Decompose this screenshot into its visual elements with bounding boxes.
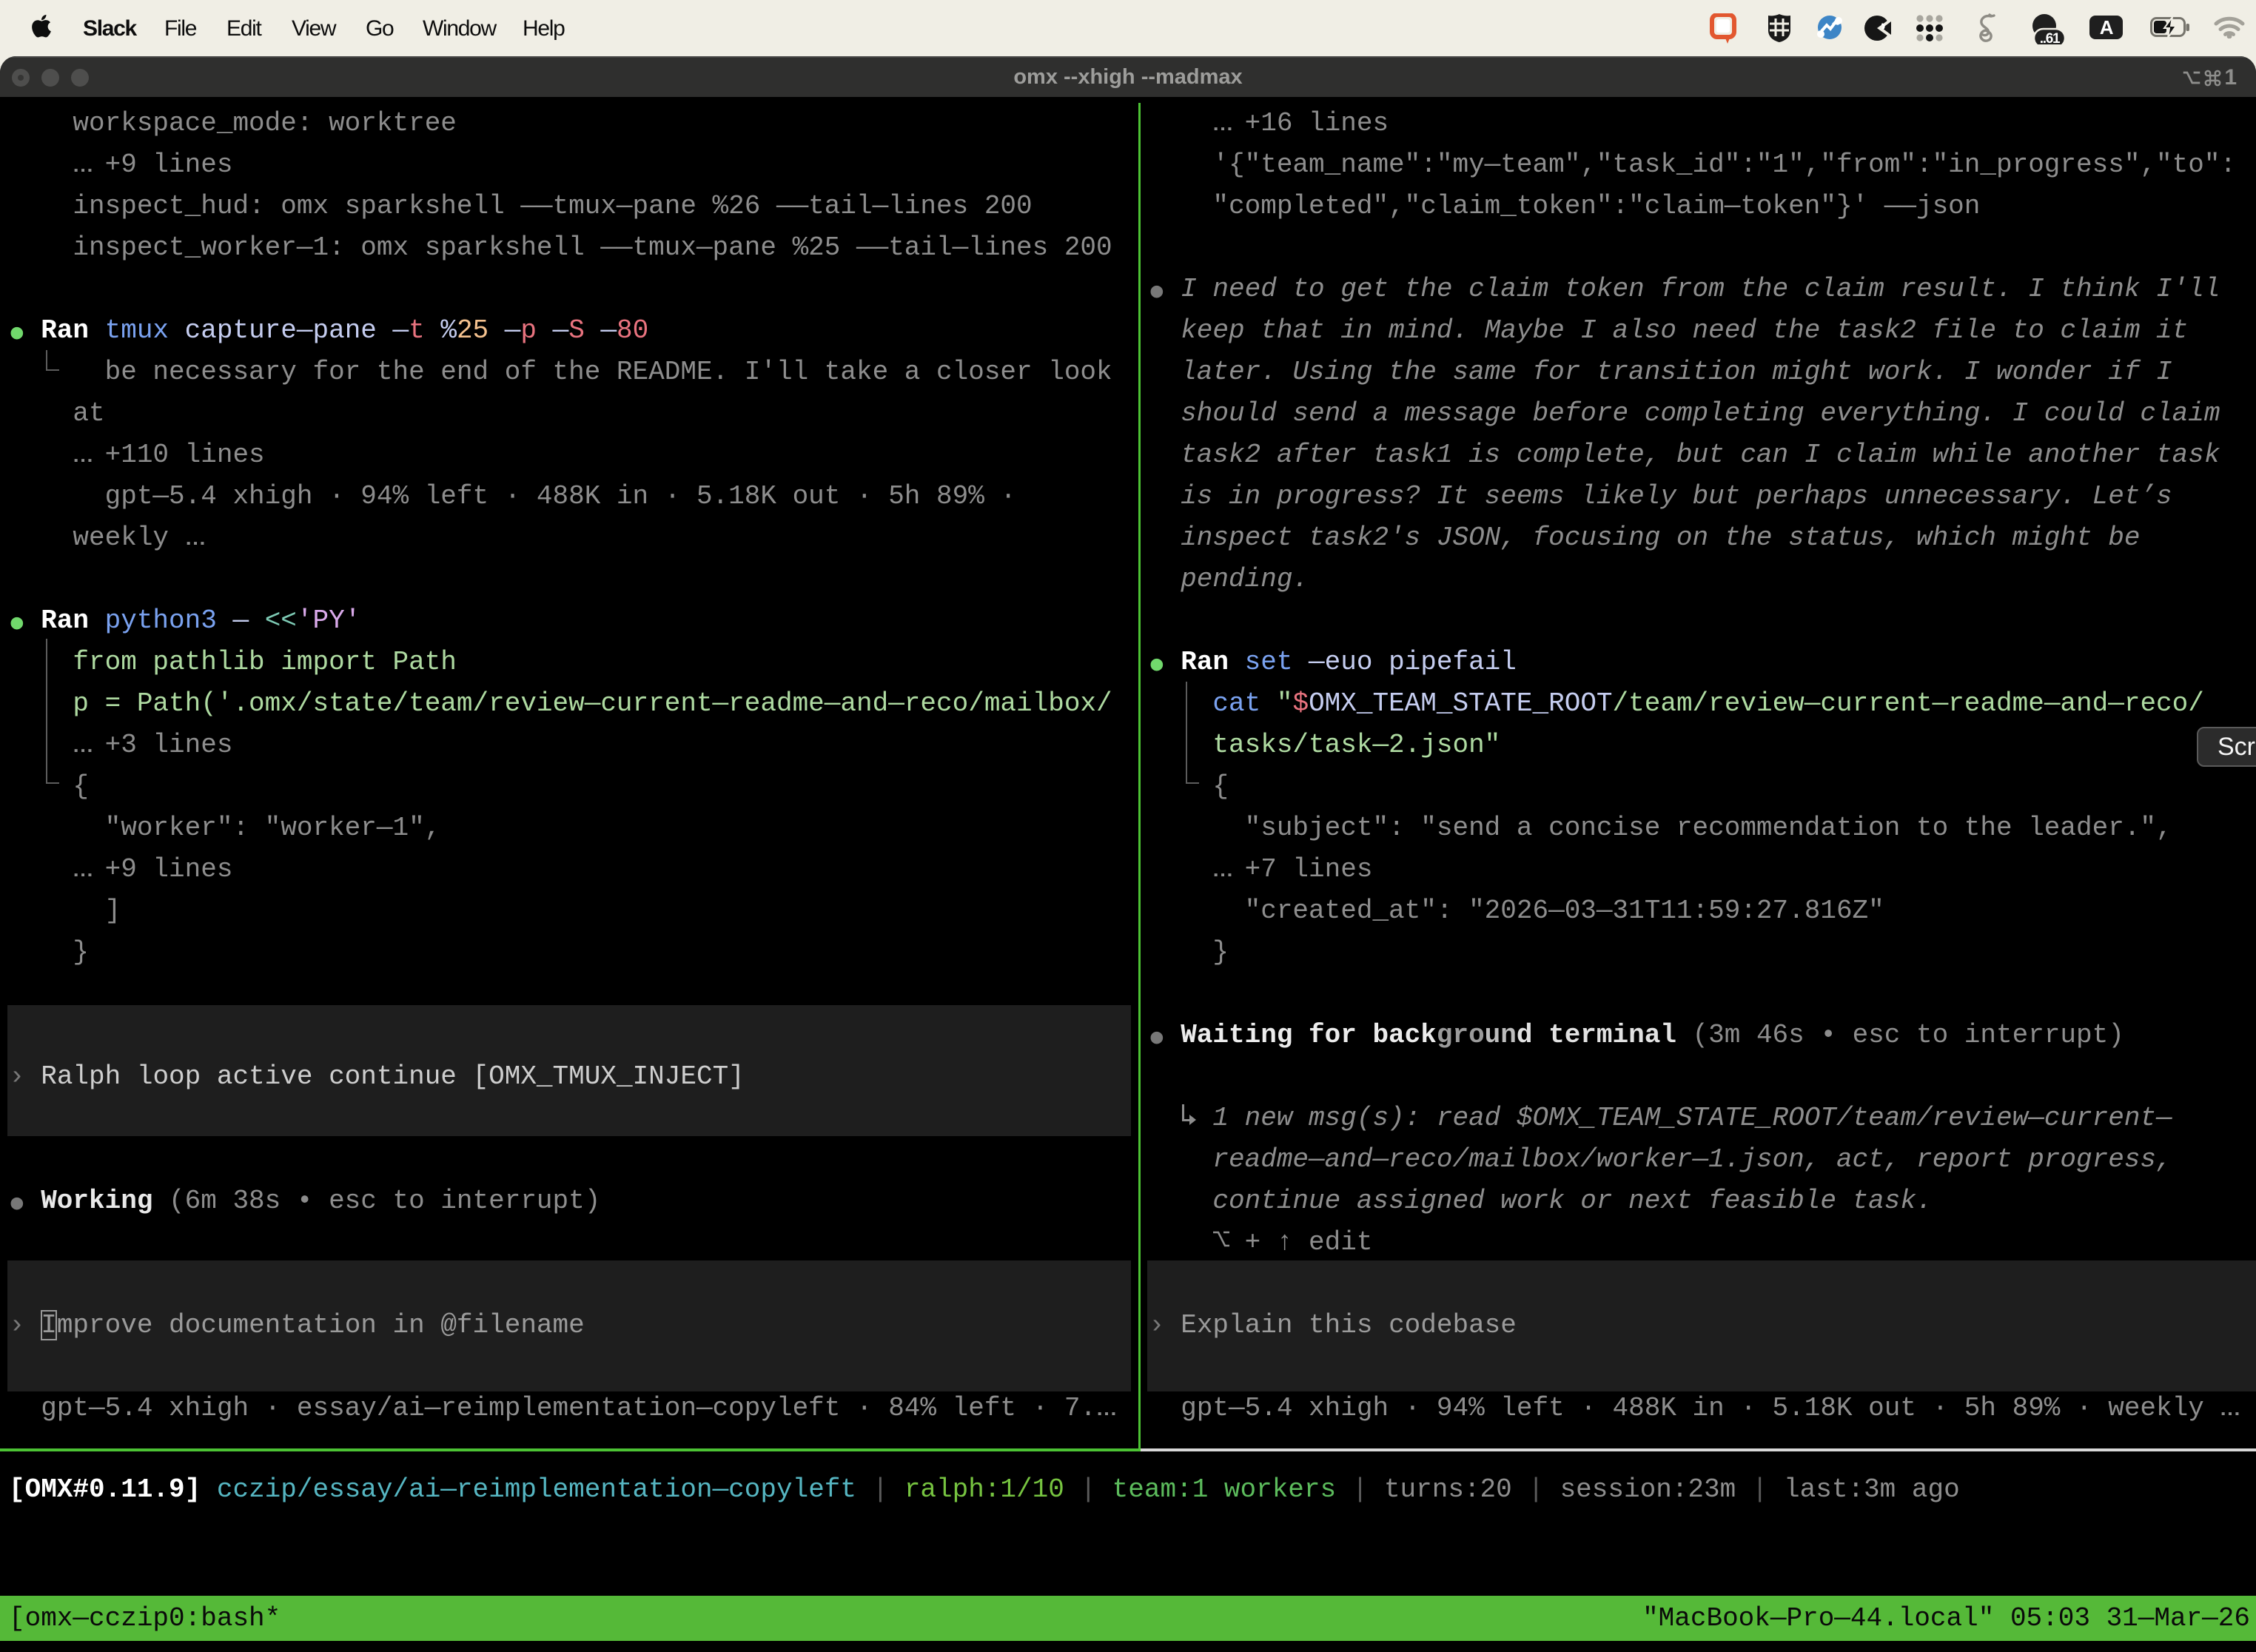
svg-text:A: A xyxy=(2100,16,2114,38)
svg-text:..61: ..61 xyxy=(2040,31,2061,44)
